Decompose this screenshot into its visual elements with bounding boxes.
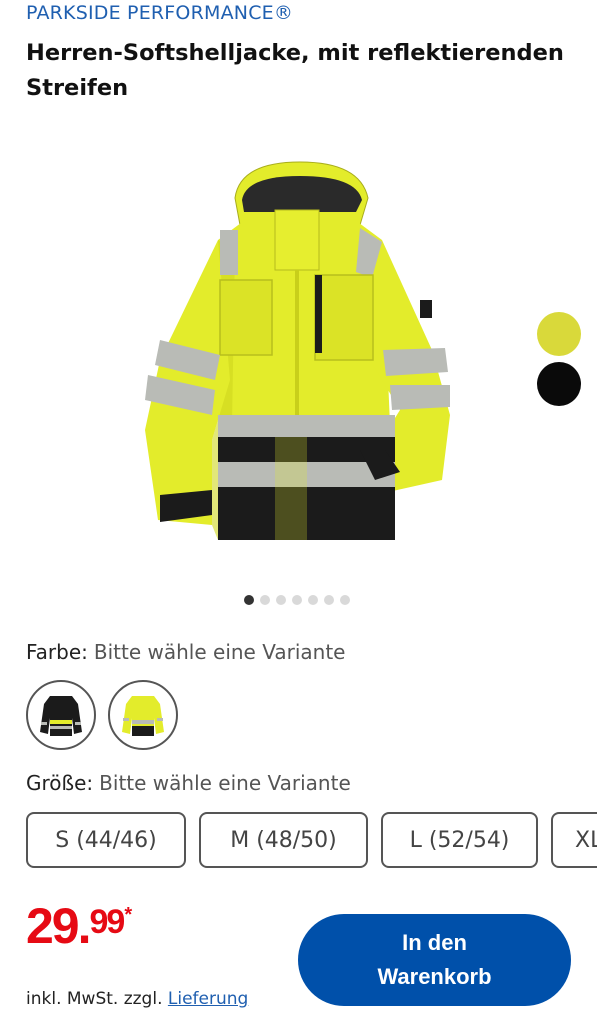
gallery-dot[interactable]: [260, 595, 270, 605]
product-title: Herren-Softshelljacke, mit reflektierend…: [26, 40, 564, 101]
jacket-yellow-thumb-icon: [122, 696, 164, 736]
brand-link[interactable]: PARKSIDE PERFORMANCE®: [26, 2, 293, 24]
size-hint: Bitte wähle eine Variante: [99, 771, 351, 795]
size-variant-label: Größe: Bitte wähle eine Variante: [26, 771, 351, 795]
image-pagination-dots: [244, 595, 350, 605]
delivery-link[interactable]: Lieferung: [168, 989, 248, 1009]
size-option-xl[interactable]: XL: [551, 812, 597, 868]
gallery-dot[interactable]: [324, 595, 334, 605]
price-cents: 99: [89, 903, 126, 941]
gallery-dot[interactable]: [292, 595, 302, 605]
size-option-l[interactable]: L (52/54): [381, 812, 538, 868]
gallery-dot[interactable]: [276, 595, 286, 605]
add-to-cart-button[interactable]: In den Warenkorb: [298, 914, 571, 1006]
color-hint: Bitte wähle eine Variante: [93, 640, 346, 664]
color-swatch-black[interactable]: [537, 362, 581, 406]
gallery-dot[interactable]: [308, 595, 318, 605]
color-swatch-yellow[interactable]: [537, 312, 581, 356]
color-variant-label: Farbe: Bitte wähle eine Variante: [26, 640, 345, 664]
size-label: Größe:: [26, 771, 94, 795]
vat-note: inkl. MwSt. zzgl. Lieferung: [26, 989, 248, 1009]
jacket-product-image[interactable]: [120, 150, 480, 560]
gallery-dot[interactable]: [244, 595, 254, 605]
size-option-s[interactable]: S (44/46): [26, 812, 186, 868]
size-option-m[interactable]: M (48/50): [199, 812, 368, 868]
add-to-cart-label: In den Warenkorb: [377, 930, 492, 989]
price: 29. 99 *: [26, 901, 132, 951]
color-label: Farbe:: [26, 640, 88, 664]
price-footnote-star: *: [124, 904, 133, 926]
price-main: 29.: [26, 898, 92, 954]
gallery-dot[interactable]: [340, 595, 350, 605]
size-options: S (44/46) M (48/50) L (52/54) XL: [26, 811, 597, 871]
jacket-black-thumb-icon: [40, 696, 82, 736]
variant-thumb-black[interactable]: [26, 680, 96, 750]
vat-text: inkl. MwSt. zzgl.: [26, 989, 163, 1009]
variant-thumb-yellow[interactable]: [108, 680, 178, 750]
